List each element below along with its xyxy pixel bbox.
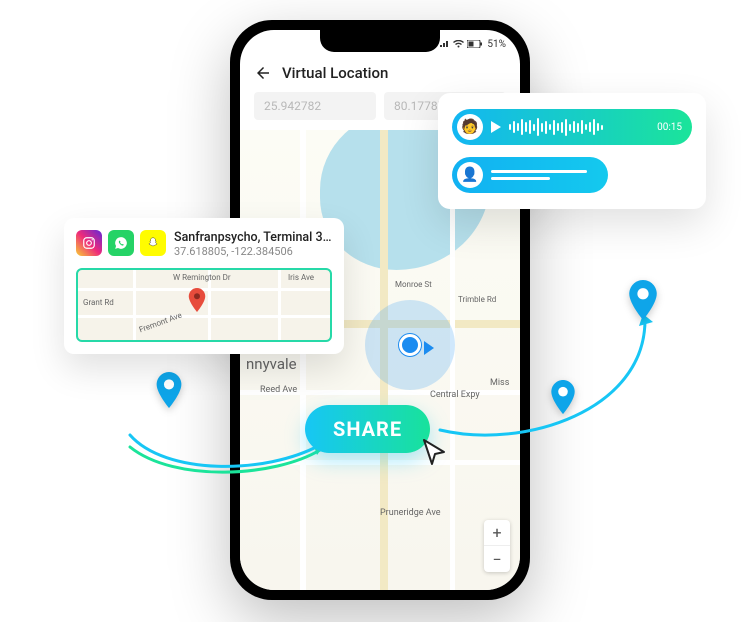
avatar: 🧑 [457, 114, 483, 140]
map-pin-icon [155, 372, 183, 412]
phone-notch [320, 30, 440, 52]
text-message-bubble[interactable]: 👤 [452, 157, 608, 193]
text-lines-placeholder [491, 170, 598, 180]
map-pin-icon [628, 280, 658, 324]
battery-icon [467, 40, 483, 48]
play-icon[interactable] [491, 121, 501, 133]
zoom-out-button[interactable]: − [484, 546, 510, 572]
map-pin-icon [550, 380, 576, 418]
wifi-icon [453, 40, 464, 48]
mini-label-remington: W Remington Dr [173, 273, 231, 282]
whatsapp-icon[interactable] [108, 230, 134, 256]
map-label-reed: Reed Ave [260, 385, 297, 395]
mini-map[interactable]: W Remington Dr Fremont Ave Iris Ave Gran… [76, 268, 332, 342]
zoom-in-button[interactable]: + [484, 520, 510, 546]
instagram-icon[interactable] [76, 230, 102, 256]
zoom-controls: + − [484, 520, 510, 572]
app-header: Virtual Location [240, 58, 520, 92]
mini-map-pin-icon [188, 288, 206, 312]
cursor-icon [422, 438, 448, 466]
map-label-monroe: Monroe St [395, 280, 432, 289]
location-coordinates: 37.618805, -122.384506 [174, 245, 332, 258]
latitude-input[interactable]: 25.942782 [254, 92, 376, 120]
map-label-sunnyvale: nnyvale [246, 355, 297, 373]
mini-label-iris: Iris Ave [288, 273, 314, 282]
status-icons [440, 40, 483, 48]
signal-icon [440, 40, 450, 48]
voice-duration: 00:15 [657, 122, 682, 133]
waveform-icon [509, 118, 649, 136]
chat-card: 🧑 00:15 👤 [438, 93, 706, 209]
battery-percentage: 51% [487, 39, 506, 50]
orbit-arrow-left [125, 405, 325, 485]
back-arrow-icon[interactable] [254, 64, 272, 82]
map-label-pruneridge: Pruneridge Ave [380, 508, 441, 518]
snapchat-icon[interactable] [140, 230, 166, 256]
social-icons [76, 230, 166, 256]
location-card: Sanfranpsycho, Terminal 3, San … 37.6188… [64, 218, 344, 354]
avatar: 👤 [457, 162, 483, 188]
mini-label-grant: Grant Rd [83, 298, 114, 307]
location-title: Sanfranpsycho, Terminal 3, San … [174, 230, 332, 245]
voice-message-bubble[interactable]: 🧑 00:15 [452, 109, 692, 145]
share-button[interactable]: SHARE [305, 405, 430, 453]
page-title: Virtual Location [282, 64, 388, 82]
